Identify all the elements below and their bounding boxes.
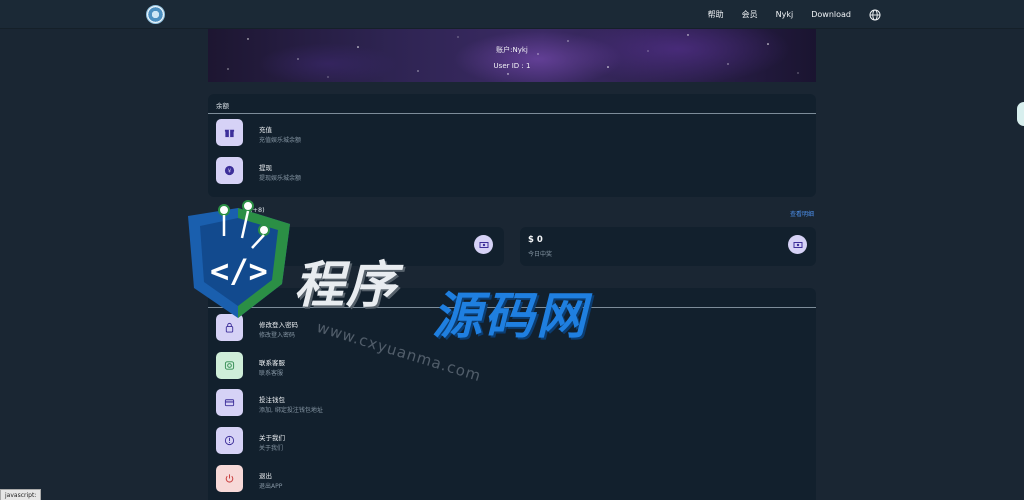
- floating-chat-button[interactable]: [1017, 102, 1024, 126]
- list-item-title: 提现: [259, 164, 272, 172]
- nav-help-link[interactable]: 帮助: [708, 9, 724, 20]
- list-item-title: 退出: [259, 472, 272, 480]
- list-item-subtitle: 添加, 绑定投注钱包地址: [259, 407, 323, 414]
- list-item-title: 投注钱包: [259, 396, 285, 404]
- status-bar-url: javascript:: [0, 489, 42, 500]
- divider: [208, 113, 816, 114]
- support-icon: [216, 352, 243, 379]
- list-item-subtitle: 联系客服: [259, 370, 284, 377]
- list-item-title: 修改登入密码: [259, 321, 298, 329]
- list-item-betting-wallet[interactable]: 投注钱包 添加, 绑定投注钱包地址: [216, 389, 806, 417]
- list-item-subtitle: 退出APP: [259, 483, 283, 490]
- info-icon: [216, 427, 243, 454]
- nav-user-link[interactable]: Nykj: [776, 10, 794, 19]
- starfield-decoration: [227, 34, 799, 78]
- top-navigation-bar: 帮助 会员 Nykj Download: [0, 0, 1024, 29]
- section-title: 余额: [216, 102, 229, 110]
- profile-banner: 账户:Nykj User ID : 1: [208, 29, 816, 82]
- list-item-deposit[interactable]: 充值 充值娱乐城余额: [216, 119, 806, 147]
- list-item-title: 充值: [259, 126, 272, 134]
- list-item-title: 联系客服: [259, 359, 285, 367]
- withdraw-icon: ¥: [216, 157, 243, 184]
- user-id: User ID : 1: [493, 62, 531, 70]
- nav-membership-link[interactable]: 会员: [742, 9, 758, 20]
- stats-heading: (+8): [208, 206, 265, 214]
- money-icon[interactable]: [788, 235, 807, 254]
- stats-heading-count: (+8): [250, 206, 265, 214]
- list-item-subtitle: 充值娱乐城余额: [259, 137, 302, 144]
- list-item-contact-support[interactable]: 联系客服 联系客服: [216, 352, 806, 380]
- account-name: 账户:Nykj: [496, 46, 528, 54]
- list-item-about-us[interactable]: 关于我们 关于我们: [216, 427, 806, 455]
- watermark-text-primary: 程序: [294, 256, 398, 314]
- stat-value: $ 0: [528, 235, 543, 245]
- globe-icon[interactable]: [869, 9, 881, 21]
- list-item-subtitle: 修改登入密码: [259, 332, 296, 339]
- power-icon: [216, 465, 243, 492]
- list-item-subtitle: 关于我们: [259, 445, 284, 452]
- nav-menu: 帮助 会员 Nykj Download: [708, 0, 881, 29]
- nav-download-link[interactable]: Download: [811, 10, 851, 19]
- balance-card: 余额 充值 充值娱乐城余额 ¥ 提现 提现娱乐城余额: [208, 94, 816, 197]
- stat-box-today-winnings: $ 0 今日中奖: [520, 227, 816, 266]
- gift-icon: [216, 119, 243, 146]
- list-item-logout[interactable]: 退出 退出APP: [216, 465, 806, 493]
- list-item-subtitle: 提现娱乐城余额: [259, 175, 302, 182]
- list-item-withdraw[interactable]: ¥ 提现 提现娱乐城余额: [216, 157, 806, 185]
- lock-icon: [216, 314, 243, 341]
- stat-label: 今日中奖: [528, 251, 553, 258]
- site-logo[interactable]: [146, 5, 165, 24]
- money-icon[interactable]: [474, 235, 493, 254]
- watermark-text-secondary: 源码网: [432, 287, 588, 345]
- wallet-icon: [216, 389, 243, 416]
- list-item-title: 关于我们: [259, 434, 285, 442]
- details-link[interactable]: 查看明细: [790, 209, 814, 218]
- svg-text:¥: ¥: [228, 169, 232, 175]
